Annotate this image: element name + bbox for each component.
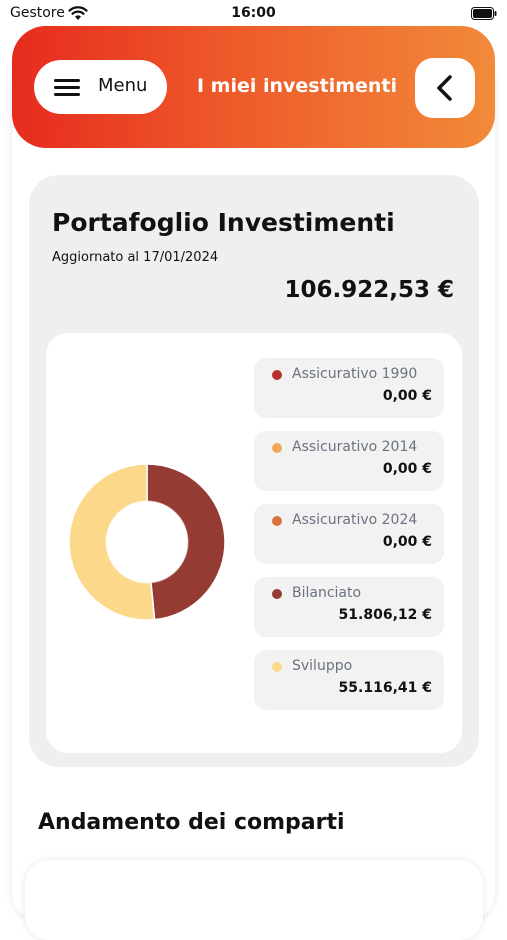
legend-value: 0,00 € bbox=[382, 388, 432, 404]
back-button[interactable] bbox=[415, 58, 475, 118]
menu-button[interactable]: Menu bbox=[34, 60, 167, 114]
portfolio-card: Portafoglio Investimenti Aggiornato al 1… bbox=[29, 175, 479, 767]
legend-value: 0,00 € bbox=[382, 534, 432, 550]
legend-value: 55.116,41 € bbox=[338, 680, 432, 696]
legend-dot bbox=[272, 589, 282, 599]
status-bar: Gestore 16:00 bbox=[0, 0, 507, 26]
legend-name: Assicurativo 1990 bbox=[292, 366, 418, 382]
legend-dot bbox=[272, 516, 282, 526]
legend-value: 0,00 € bbox=[382, 461, 432, 477]
section-title: Andamento dei comparti bbox=[38, 810, 345, 835]
chevron-left-icon bbox=[437, 75, 452, 101]
legend-item[interactable]: Sviluppo 55.116,41 € bbox=[254, 650, 444, 710]
donut-hole bbox=[105, 500, 189, 584]
chart-panel: Assicurativo 1990 0,00 € Assicurativo 20… bbox=[46, 333, 462, 753]
hamburger-icon bbox=[54, 79, 80, 96]
legend-dot bbox=[272, 662, 282, 672]
legend-name: Assicurativo 2024 bbox=[292, 512, 418, 528]
legend-item[interactable]: Assicurativo 2024 0,00 € bbox=[254, 504, 444, 564]
legend-name: Assicurativo 2014 bbox=[292, 439, 418, 455]
app-header: Menu I miei investimenti bbox=[12, 26, 495, 148]
portfolio-title: Portafoglio Investimenti bbox=[52, 208, 395, 237]
legend-dot bbox=[272, 443, 282, 453]
menu-label: Menu bbox=[98, 75, 148, 96]
legend-name: Bilanciato bbox=[292, 585, 362, 601]
legend-item[interactable]: Assicurativo 1990 0,00 € bbox=[254, 358, 444, 418]
legend-item[interactable]: Bilanciato 51.806,12 € bbox=[254, 577, 444, 637]
battery-icon bbox=[471, 7, 497, 20]
legend-item[interactable]: Assicurativo 2014 0,00 € bbox=[254, 431, 444, 491]
legend-name: Sviluppo bbox=[292, 658, 353, 674]
portfolio-total: 106.922,53 € bbox=[284, 277, 454, 303]
donut-chart bbox=[68, 463, 226, 621]
clock: 16:00 bbox=[231, 5, 276, 21]
performance-card bbox=[25, 860, 483, 940]
portfolio-updated-date: Aggiornato al 17/01/2024 bbox=[52, 250, 219, 265]
legend-dot bbox=[272, 370, 282, 380]
legend-value: 51.806,12 € bbox=[338, 607, 432, 623]
page-title: I miei investimenti bbox=[196, 75, 398, 97]
